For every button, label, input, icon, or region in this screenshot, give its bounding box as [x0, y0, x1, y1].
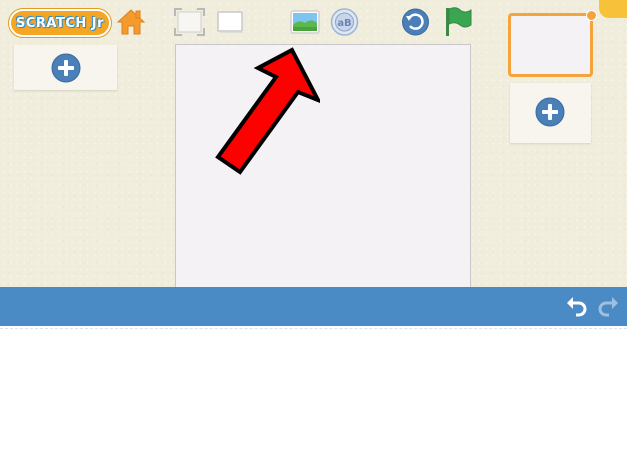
reset-characters-button[interactable] — [400, 7, 431, 37]
logo-text: SCRATCH Jr — [15, 15, 105, 31]
page-thumbnail-selected[interactable] — [508, 13, 593, 77]
add-page-button[interactable] — [534, 96, 566, 128]
home-icon — [116, 9, 146, 35]
block-category-bar — [0, 287, 627, 326]
fullscreen-button[interactable] — [173, 7, 206, 37]
red-arrow-icon — [215, 47, 320, 175]
fullscreen-icon — [174, 8, 205, 36]
project-info-tab[interactable] — [599, 0, 627, 18]
annotation-arrow — [210, 44, 320, 176]
text-tool-icon: aB — [330, 8, 359, 36]
scripts-area[interactable] — [0, 329, 627, 470]
add-page-panel — [510, 83, 591, 143]
plus-icon — [51, 53, 81, 83]
add-character-button[interactable] — [50, 52, 82, 84]
home-button[interactable] — [116, 7, 146, 37]
scratchjr-logo[interactable]: SCRATCH Jr — [9, 9, 111, 37]
green-flag-icon — [446, 7, 472, 36]
reset-icon — [402, 8, 429, 36]
redo-icon — [598, 297, 618, 317]
undo-icon — [567, 297, 587, 317]
text-tool-button[interactable]: aB — [329, 7, 360, 37]
presentation-card-icon — [217, 11, 243, 33]
green-flag-button[interactable] — [442, 5, 473, 38]
sprites-panel — [14, 45, 117, 90]
page-selected-indicator — [586, 10, 597, 21]
plus-icon — [535, 97, 565, 127]
svg-text:aB: aB — [337, 18, 351, 29]
background-image-button[interactable] — [289, 7, 321, 37]
redo-button[interactable] — [596, 294, 620, 318]
presentation-card-button[interactable] — [216, 10, 244, 34]
background-image-icon — [290, 10, 320, 34]
undo-button[interactable] — [565, 294, 589, 318]
